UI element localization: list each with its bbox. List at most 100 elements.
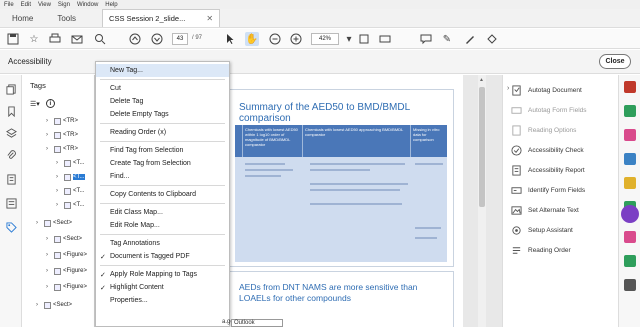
zoom-search-icon[interactable]	[93, 32, 107, 46]
tree-item[interactable]: › <Figure>	[46, 281, 87, 293]
context-menu-item[interactable]: Edit Class Map...	[96, 206, 229, 219]
zoom-level-select[interactable]: 42%	[311, 33, 339, 45]
page-up-icon[interactable]	[128, 32, 142, 46]
context-menu-item[interactable]: Properties...	[96, 294, 229, 307]
document-tab[interactable]: CSS Session 2_slide... ✕	[102, 9, 221, 27]
context-menu-item[interactable]: ✓ Apply Role Mapping to Tags	[96, 268, 229, 281]
keyboard-icon[interactable]	[378, 32, 392, 46]
save-icon[interactable]	[6, 32, 20, 46]
content-icon[interactable]	[5, 173, 17, 185]
tree-item[interactable]: › <TR>	[46, 115, 78, 127]
close-tab-icon[interactable]: ✕	[206, 14, 213, 23]
chevron-right-icon[interactable]: ›	[46, 236, 52, 242]
mail-icon[interactable]	[70, 32, 84, 46]
tool-reading-order[interactable]: Reading Order	[511, 243, 617, 257]
options-menu-icon[interactable]: ☰▾	[30, 100, 40, 108]
zoom-out-icon[interactable]	[268, 32, 282, 46]
attachment-icon[interactable]	[5, 149, 17, 161]
tool-autotag[interactable]: Autotag Document	[511, 83, 617, 97]
fit-page-icon[interactable]	[357, 32, 371, 46]
context-menu-item[interactable]: Tag Annotations	[96, 237, 229, 250]
tool-alt-text[interactable]: Set Alternate Text	[511, 203, 617, 217]
context-menu-item[interactable]: Copy Contents to Clipboard	[96, 188, 229, 201]
context-menu-item[interactable]: Cut	[96, 82, 229, 95]
tree-item[interactable]: › <Sect>	[36, 217, 72, 229]
pen-icon[interactable]: ✎	[440, 32, 454, 46]
pages-icon[interactable]	[5, 83, 17, 95]
tree-item[interactable]: › <T...	[56, 157, 85, 169]
print-icon[interactable]	[48, 32, 62, 46]
stamp-icon[interactable]	[485, 32, 499, 46]
accessibility-tool-icon[interactable]	[621, 205, 639, 223]
scrollbar-thumb[interactable]	[479, 87, 485, 207]
tool-check[interactable]: Accessibility Check	[511, 143, 617, 157]
chevron-right-icon[interactable]: ›	[56, 174, 62, 180]
chevron-right-icon[interactable]: ›	[46, 268, 52, 274]
tree-item[interactable]: › <Sect>	[36, 299, 72, 311]
tool-identify[interactable]: Identify Form Fields	[511, 183, 617, 197]
tree-item[interactable]: › <TR>	[46, 129, 78, 141]
chevron-right-icon[interactable]: ›	[56, 160, 62, 166]
context-menu-item[interactable]: ✓ Highlight Content	[96, 281, 229, 294]
tree-item[interactable]: › <Figure>	[46, 265, 87, 277]
comment-tool-icon[interactable]	[624, 177, 636, 189]
menu-edit[interactable]: Edit	[21, 2, 31, 8]
context-menu-item[interactable]: Create Tag from Selection	[96, 157, 229, 170]
chevron-right-icon[interactable]: ›	[46, 252, 52, 258]
tag-icon[interactable]	[5, 221, 17, 233]
menu-view[interactable]: View	[38, 2, 51, 8]
layers-icon[interactable]	[5, 127, 17, 139]
context-menu-item[interactable]: Reading Order (x)	[96, 126, 229, 139]
menu-file[interactable]: File	[4, 2, 14, 8]
edit-pdf-icon[interactable]	[624, 105, 636, 117]
chevron-right-icon[interactable]: ›	[36, 220, 42, 226]
outlook-tooltip[interactable]: Outlook	[231, 319, 283, 327]
chevron-right-icon[interactable]: ›	[46, 284, 52, 290]
select-cursor-icon[interactable]	[223, 32, 237, 46]
context-menu-item[interactable]: New Tag...	[96, 64, 229, 77]
info-icon[interactable]: i	[45, 99, 55, 108]
comment-icon[interactable]	[419, 32, 433, 46]
tree-item[interactable]: › <T...	[56, 171, 85, 183]
export-pdf-icon[interactable]	[624, 81, 636, 93]
chevron-right-icon[interactable]: ›	[36, 302, 42, 308]
tree-item[interactable]: › <Sect>	[46, 233, 82, 245]
menu-window[interactable]: Window	[77, 2, 98, 8]
chevron-right-icon[interactable]: ›	[46, 146, 52, 152]
order-icon[interactable]	[5, 197, 17, 209]
chevron-right-icon[interactable]: ›	[56, 188, 62, 194]
context-menu-item[interactable]: ✓ Document is Tagged PDF	[96, 250, 229, 263]
tree-item[interactable]: › <TR>	[46, 143, 78, 155]
close-button[interactable]: Close	[599, 54, 631, 69]
fill-sign-icon[interactable]	[624, 231, 636, 243]
zoom-in-icon[interactable]	[289, 32, 303, 46]
hand-tool-icon[interactable]: ✋	[245, 32, 259, 46]
scroll-up-icon[interactable]: ▲	[479, 77, 484, 83]
tree-item[interactable]: › <Figure>	[46, 249, 87, 261]
context-menu-item[interactable]: Find Tag from Selection	[96, 144, 229, 157]
tab-home[interactable]: Home	[0, 9, 45, 27]
context-menu-item[interactable]: Delete Empty Tags	[96, 108, 229, 121]
context-menu-item[interactable]: Delete Tag	[96, 95, 229, 108]
tool-setup[interactable]: Setup Assistant	[511, 223, 617, 237]
menu-sign[interactable]: Sign	[58, 2, 70, 8]
send-review-icon[interactable]	[624, 255, 636, 267]
context-menu-item[interactable]: Edit Role Map...	[96, 219, 229, 232]
menu-help[interactable]: Help	[105, 2, 117, 8]
chevron-right-icon[interactable]: ›	[46, 132, 52, 138]
page-down-icon[interactable]	[150, 32, 164, 46]
vertical-scrollbar[interactable]: ▲	[478, 75, 486, 327]
tree-item[interactable]: › <T...	[56, 199, 85, 211]
chevron-right-icon[interactable]: ›	[46, 118, 52, 124]
more-tools-icon[interactable]	[624, 279, 636, 291]
collapse-panel-icon[interactable]: ›	[507, 85, 509, 92]
tool-report[interactable]: Accessibility Report	[511, 163, 617, 177]
context-menu-item[interactable]: Find...	[96, 170, 229, 183]
tab-tools[interactable]: Tools	[45, 9, 88, 27]
highlight-icon[interactable]	[463, 32, 477, 46]
page-number-input[interactable]: 43	[172, 33, 188, 45]
create-pdf-icon[interactable]	[624, 129, 636, 141]
bookmark-icon[interactable]	[5, 105, 17, 117]
tree-item[interactable]: › <T...	[56, 185, 85, 197]
chevron-down-icon[interactable]: ▾	[342, 32, 356, 46]
